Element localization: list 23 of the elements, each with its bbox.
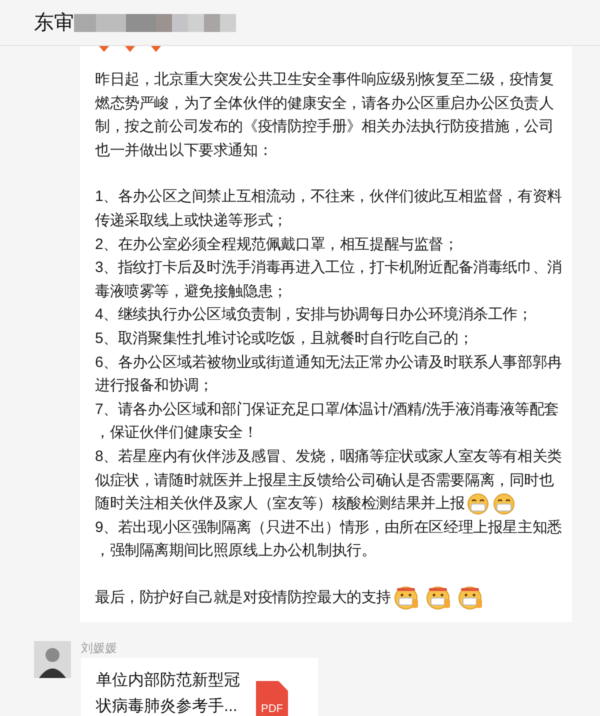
list-item: 3、指纹打卡后及时洗手消毒再进入工位，打卡机附近配备消毒纸巾、消毒液喷雾等，避免接触隐患； [95, 258, 563, 302]
file-name: 单位内部防范新型冠状病毒肺炎参考手... [96, 670, 241, 716]
emoji-icon [99, 46, 163, 54]
file-card[interactable]: 单位内部防范新型冠状病毒肺炎参考手... PDF [81, 658, 318, 716]
mask-thumb-emoji-icon [394, 586, 420, 610]
sender-name: 刘媛媛 [81, 640, 118, 656]
avatar [34, 640, 71, 678]
mask-thumb-emoji-icon [426, 586, 452, 610]
list-item: 2、在办公室必须全程规范佩戴口罩，相互提醒与监督； [95, 234, 460, 255]
pdf-file-icon: PDF [256, 680, 288, 716]
chat-title: 东审 [34, 10, 74, 36]
list-item: 8、若星座内有伙伴涉及感冒、发烧，咽痛等症状或家人室友等有相关类似症状，请随时就医并上报星主反馈给公司确认是否需要隔离，同时也随时关注相关伙伴及家人（室友等）核酸检测结果并上报 [95, 444, 564, 516]
list-item: 1、各办公区之间禁止互相流动，不往来，伙伴们彼此互相监督，有资料传递采取线上或快递等形式； [95, 187, 563, 231]
message-paragraph: 最后，防护好自己就是对疫情防控最大的支持 [95, 586, 564, 610]
mask-emoji-icon [493, 493, 516, 516]
message-paragraph: 昨日起，北京重大突发公共卫生安全事件响应级别恢复至二级，疫情复燃态势严峻，为了全体伙伴的健康安全，请各办公区重启办公区负责人制，按之前公司发布的《疫情防控手册》相关办法执行防疫措施，公司也一并做出以下要求通知： [95, 70, 555, 161]
list-item: 4、继续执行办公区域负责制，安排与协调每日办公环境消杀工作； [95, 305, 534, 326]
list-item: 5、取消聚集性扎堆讨论或吃饭，且就餐时自行吃自己的； [95, 328, 474, 349]
list-item: 9、若出现小区强制隔离（只进不出）情形，由所在区经理上报星主知悉，强制隔离期间比照原线上办公机制执行。 [95, 518, 563, 562]
list-item: 6、各办公区域若被物业或街道通知无法正常办公请及时联系人事部郭冉进行报备和协调； [95, 352, 563, 396]
mask-emoji-icon [467, 493, 490, 516]
mask-thumb-emoji-icon [458, 586, 484, 610]
list-item: 7、请各办公区域和部门保证充足口罩/体温计/酒精/洗手液消毒液等配套，保证伙伴们健康安全！ [95, 400, 560, 444]
